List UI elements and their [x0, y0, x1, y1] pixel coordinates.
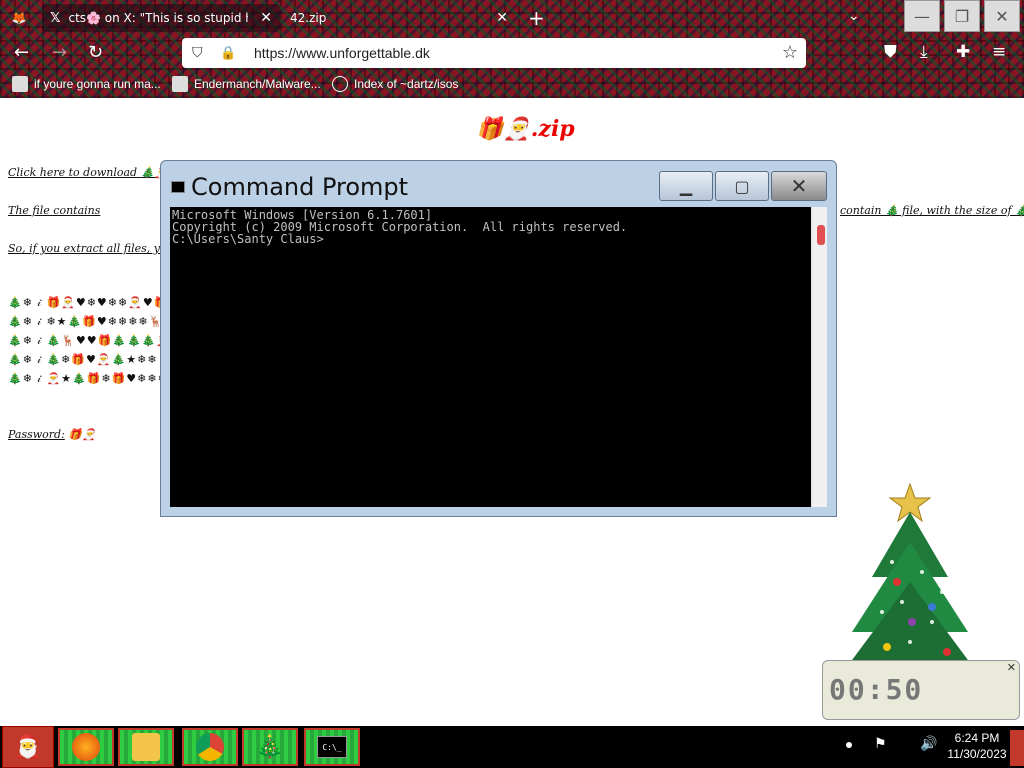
taskbar-firefox[interactable] — [58, 728, 114, 766]
gadget-digits: 00:50 — [829, 673, 924, 706]
bookmark-item[interactable]: Index of ~dartz/isos — [332, 74, 458, 94]
address-bar[interactable]: ⛉ 🔒 https://www.unforgettable.dk ☆ — [182, 38, 806, 68]
bookmark-label: Endermanch/Malware... — [194, 77, 321, 91]
christmas-tree-icon: 🎄 — [256, 734, 284, 760]
bookmark-item[interactable]: if youre gonna run ma... — [12, 74, 161, 94]
file-contains-line: The file contains — [8, 204, 101, 217]
tracking-protection-icon[interactable]: ⛉ — [192, 45, 210, 61]
chrome-icon — [196, 733, 224, 761]
download-text: Click here to download — [8, 166, 138, 179]
clock-gadget[interactable]: ✕ 00:50 — [822, 660, 1020, 720]
password-line: Password: 🎁🎅 — [8, 428, 96, 441]
firefox-menu-icon[interactable]: 🦊 — [8, 4, 30, 32]
extensions-icon[interactable]: ✚ — [956, 42, 970, 62]
taskbar-clock[interactable]: 6:24 PM 11/30/2023 — [944, 730, 1010, 762]
browser-chrome: 🦊 𝕏 cts🌸 on X: "This is so stupid https:… — [0, 0, 1024, 98]
cmd-title: Command Prompt — [191, 173, 409, 201]
command-prompt-window[interactable]: Command Prompt ▁ ▢ ✕ Microsoft Windows [… — [160, 160, 837, 517]
action-center-icon[interactable]: ⚑ — [874, 736, 887, 752]
volume-icon[interactable]: 🔊 — [920, 736, 937, 752]
cmd-minimize-button[interactable]: ▁ — [659, 171, 713, 201]
window-close-button[interactable]: ✕ — [984, 0, 1020, 32]
taskbar-cmd[interactable]: C:\_ — [304, 728, 360, 766]
tab-close-icon[interactable]: ✕ — [496, 10, 508, 26]
cmd-icon — [171, 181, 185, 193]
window-restore-button[interactable]: ❐ — [944, 0, 980, 32]
downloads-icon[interactable]: ⤓ — [920, 42, 928, 62]
cmd-icon: C:\_ — [317, 736, 347, 758]
clock-date: 11/30/2023 — [947, 747, 1007, 761]
forward-button[interactable]: → — [52, 42, 67, 63]
tab-title: 42.zip — [290, 11, 327, 25]
back-button[interactable]: ← — [14, 42, 29, 63]
github-icon — [172, 76, 188, 92]
site-title: 🎁🎅.zip — [476, 116, 575, 142]
taskbar-tree-gadget[interactable]: 🎄 — [242, 728, 298, 766]
bookmark-favicon-icon — [12, 76, 28, 92]
console-prompt[interactable]: C:\Users\Santy Claus> — [172, 233, 811, 245]
bookmark-label: if youre gonna run ma... — [34, 77, 161, 91]
file-explorer-icon — [132, 733, 160, 761]
taskbar: 🎅 🎄 C:\_ — [0, 726, 1024, 768]
password-value: 🎁🎅 — [68, 428, 96, 441]
cmd-titlebar[interactable]: Command Prompt ▁ ▢ ✕ — [161, 161, 836, 205]
gadget-close-icon[interactable]: ✕ — [1007, 661, 1016, 674]
bookmark-star-icon[interactable]: ☆ — [782, 42, 798, 63]
password-label: Password: — [8, 428, 65, 441]
url-text[interactable]: https://www.unforgettable.dk — [254, 45, 430, 61]
taskbar-chrome[interactable] — [182, 728, 238, 766]
bookmark-label: Index of ~dartz/isos — [354, 77, 459, 91]
firefox-icon — [72, 733, 100, 761]
globe-icon — [332, 76, 348, 92]
window-minimize-button[interactable]: — — [904, 0, 940, 32]
tab-x-post[interactable]: 𝕏 cts🌸 on X: "This is so stupid https: ✕ — [42, 4, 280, 32]
scrollbar-thumb[interactable] — [817, 225, 825, 245]
symbol-row: 🎄❄ 𝒾 ❄★🎄🎁♥❄❄❄❄🦌 — [8, 315, 164, 328]
list-tabs-icon[interactable]: ⌄ — [848, 8, 860, 24]
start-button[interactable]: 🎅 — [2, 726, 54, 768]
clock-time: 6:24 PM — [954, 731, 1000, 745]
reload-button[interactable]: ↻ — [88, 42, 103, 63]
tab-close-icon[interactable]: ✕ — [260, 10, 272, 26]
x-logo-icon: 𝕏 — [50, 10, 61, 26]
new-tab-button[interactable]: + — [528, 6, 545, 30]
symbol-row: 🎄❄ 𝒾 🎁🎅♥❄♥❄❄🎅♥🎁 — [8, 296, 169, 309]
console-scrollbar[interactable] — [811, 207, 827, 507]
bookmark-item[interactable]: Endermanch/Malware... — [172, 74, 321, 94]
console-output[interactable]: Microsoft Windows [Version 6.1.7601] Copy… — [170, 207, 811, 507]
tab-42zip[interactable]: 42.zip ✕ — [284, 4, 516, 32]
tab-title: cts🌸 on X: "This is so stupid https: — [68, 11, 248, 25]
tray-notification-icon[interactable] — [846, 742, 852, 748]
menu-icon[interactable]: ≡ — [992, 42, 1006, 62]
show-desktop-button[interactable] — [1010, 730, 1024, 766]
taskbar-explorer[interactable] — [118, 728, 174, 766]
cmd-maximize-button[interactable]: ▢ — [715, 171, 769, 201]
file-contains-tail: contain 🎄 file, with the size of 🎄.5 GB. — [840, 204, 1024, 217]
pocket-icon[interactable]: ⛊ — [884, 42, 897, 62]
lock-icon[interactable]: 🔒 — [220, 46, 240, 61]
cmd-close-button[interactable]: ✕ — [771, 171, 827, 201]
